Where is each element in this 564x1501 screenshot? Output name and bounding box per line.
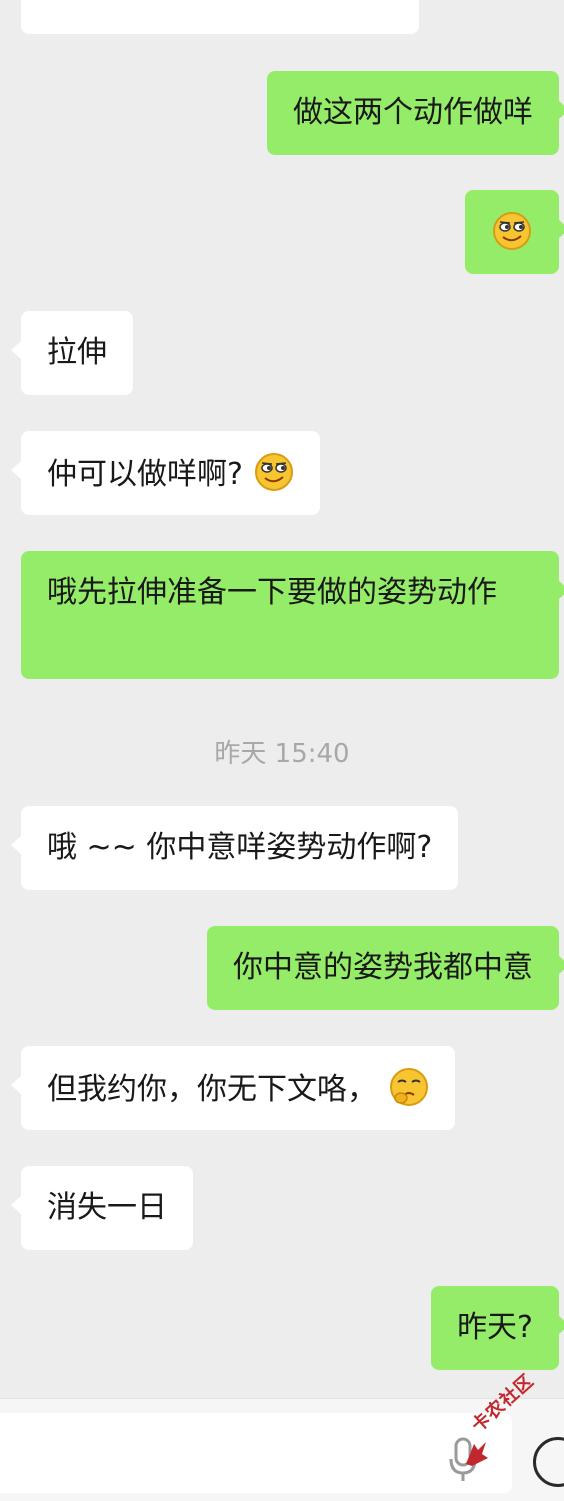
- message-text: 哦 ~~ 你中意咩姿势动作啊?: [47, 830, 433, 865]
- message-bubble-other[interactable]: 哦 ~~ 你中意咩姿势动作啊?: [10, 806, 459, 890]
- message-bubble-other[interactable]: 拉伸: [11, 311, 133, 395]
- message-text: 做这两个动作做咩: [293, 95, 533, 130]
- message-bubble-other[interactable]: 消失一日: [11, 1166, 193, 1250]
- message-bubble-self[interactable]: 做这两个动作做咩: [267, 71, 564, 155]
- message-text: 消失一日: [47, 1190, 167, 1225]
- message-text: 但我约你，你无下文咯，: [47, 1072, 377, 1107]
- message-input-field[interactable]: [0, 1413, 512, 1493]
- smirk-emoji-icon: [255, 453, 294, 491]
- message-bubble-other[interactable]: 但我约你，你无下文咯，: [11, 1046, 455, 1130]
- message-text: 哦先拉伸准备一下要做的姿势动作: [47, 575, 497, 610]
- emoji-button-smiley-icon[interactable]: [533, 1437, 564, 1487]
- message-bubble-self[interactable]: 昨天?: [431, 1286, 564, 1370]
- previous-message-bubble[interactable]: [21, 0, 419, 34]
- chat-message-list[interactable]: 做这两个动作做咩 拉伸 仲可以做咩啊? 哦先拉伸准备一下要做的姿势动作 昨天 1…: [0, 0, 564, 1398]
- message-text: 你中意的姿势我都中意: [233, 950, 533, 985]
- message-bubble-self[interactable]: [465, 190, 564, 274]
- message-text: 昨天?: [457, 1310, 533, 1345]
- smirk-emoji-icon: [493, 212, 531, 250]
- message-bubble-self[interactable]: 你中意的姿势我都中意: [207, 926, 564, 1010]
- timestamp: 昨天 15:40: [214, 739, 350, 769]
- message-text: 仲可以做咩啊?: [47, 457, 243, 492]
- sad-emoji-icon: [389, 1068, 428, 1106]
- watermark-logo-icon: [466, 1442, 488, 1466]
- message-bubble-other[interactable]: 仲可以做咩啊?: [10, 431, 321, 515]
- message-text: 拉伸: [47, 335, 107, 370]
- message-bubble-self[interactable]: 哦先拉伸准备一下要做的姿势动作: [21, 551, 564, 679]
